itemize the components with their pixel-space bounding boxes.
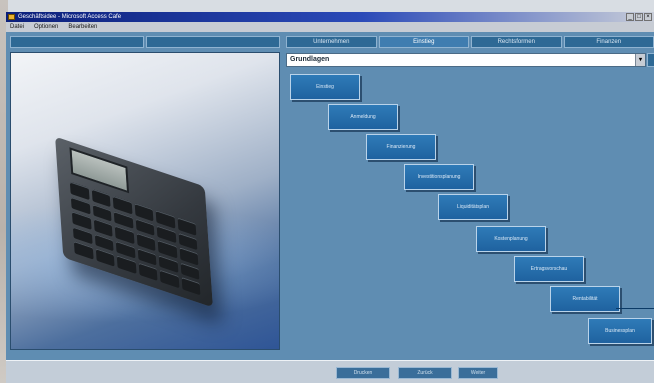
workspace: Unternehmen Einstieg Rechtsformen Finanz… (6, 32, 654, 360)
step-button-5[interactable]: Liquiditätsplan (438, 194, 508, 220)
menu-bar: Datei Optionen Bearbeiten (6, 22, 654, 32)
step-button-7[interactable]: Ertragsvorschau (514, 256, 584, 282)
menu-edit[interactable]: Bearbeiten (68, 22, 97, 32)
calculator-photo (10, 52, 280, 350)
window-title: Geschäftsidee - Microsoft Access Cafe (18, 14, 122, 20)
combo-side-button[interactable] (647, 53, 654, 67)
print-button[interactable]: Drucken (336, 367, 390, 379)
right-tab-bar: Unternehmen Einstieg Rechtsformen Finanz… (286, 36, 654, 48)
step-button-8[interactable]: Rentabilität (550, 286, 620, 312)
step-button-4[interactable]: Investitionsplanung (404, 164, 474, 190)
step-button-3[interactable]: Finanzierung (366, 134, 436, 160)
left-tab-1[interactable] (10, 36, 144, 48)
tab-rechtsformen[interactable]: Rechtsformen (471, 36, 562, 48)
status-bar: Drucken Zurück Weiter (6, 360, 654, 383)
tab-einstieg[interactable]: Einstieg (378, 36, 469, 48)
process-diagram: Einstieg Anmeldung Finanzierung Investit… (286, 70, 654, 356)
menu-options[interactable]: Optionen (34, 22, 58, 32)
back-button[interactable]: Zurück (398, 367, 452, 379)
title-bar: Geschäftsidee - Microsoft Access Cafe _ … (6, 12, 654, 22)
step-button-1[interactable]: Einstieg (290, 74, 360, 100)
close-button[interactable]: × (644, 13, 652, 21)
step-button-2[interactable]: Anmeldung (328, 104, 398, 130)
left-tab-2[interactable] (146, 36, 280, 48)
step-button-6[interactable]: Kostenplanung (476, 226, 546, 252)
minimize-button[interactable]: _ (626, 13, 634, 21)
category-select-value: Grundlagen (290, 56, 330, 63)
maximize-button[interactable]: □ (635, 13, 643, 21)
next-button[interactable]: Weiter (458, 367, 498, 379)
tab-unternehmen[interactable]: Unternehmen (286, 36, 377, 48)
category-select[interactable]: Grundlagen ▾ (286, 53, 646, 67)
window-controls: _ □ × (626, 13, 652, 21)
tab-finanzen[interactable]: Finanzen (563, 36, 654, 48)
connector-line (616, 308, 654, 309)
menu-file[interactable]: Datei (10, 22, 24, 32)
chevron-down-icon[interactable]: ▾ (635, 54, 645, 66)
app-icon (8, 14, 15, 20)
step-button-9[interactable]: Businessplan (588, 318, 652, 344)
left-tab-bar (10, 36, 280, 48)
